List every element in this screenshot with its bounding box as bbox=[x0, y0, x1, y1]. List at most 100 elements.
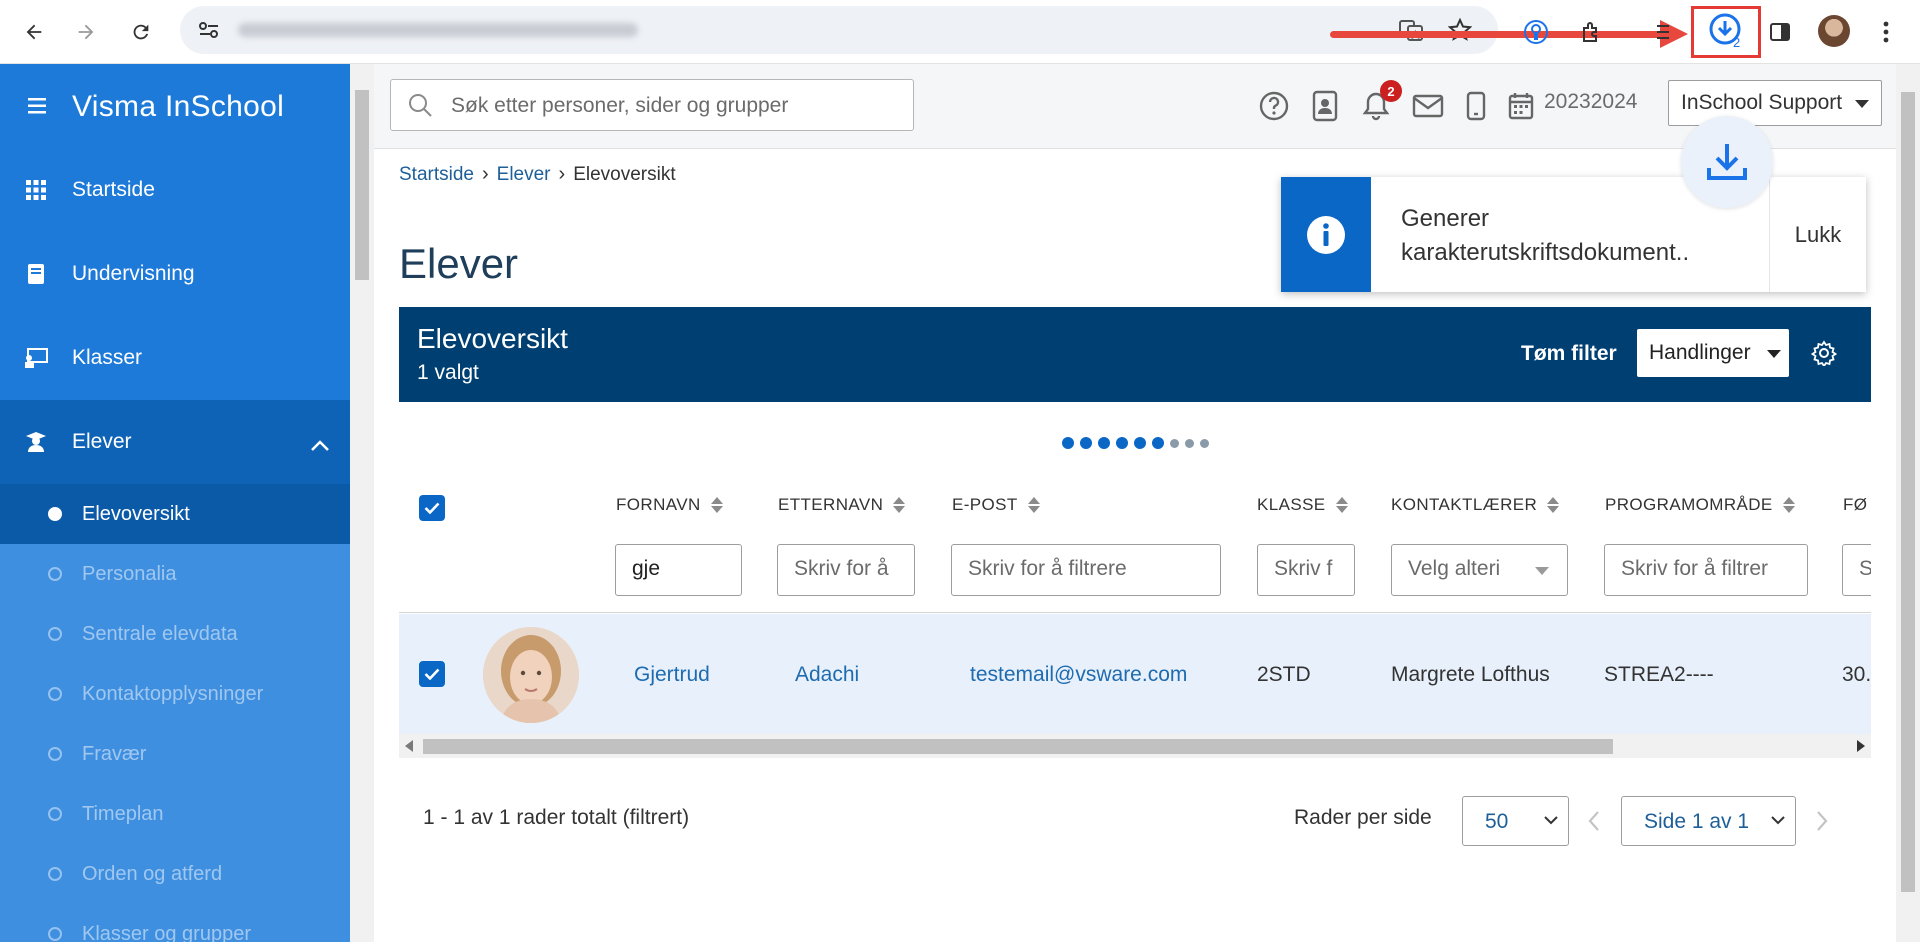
filter-programomrade[interactable]: Skriv for å filtrer bbox=[1604, 544, 1808, 596]
hamburger-menu-icon[interactable] bbox=[28, 98, 46, 119]
sidebar-subitem-label: Personalia bbox=[82, 562, 177, 585]
clear-filter-button[interactable]: Tøm filter bbox=[1521, 342, 1617, 366]
cell-fornavn[interactable]: Gjertrud bbox=[634, 663, 710, 687]
reload-icon[interactable] bbox=[121, 12, 161, 52]
page-dot[interactable] bbox=[1200, 439, 1209, 448]
app-brand: Visma InSchool bbox=[72, 90, 285, 123]
column-epost[interactable]: E-POST bbox=[952, 495, 1040, 515]
global-search[interactable] bbox=[390, 79, 914, 131]
cell-etternavn[interactable]: Adachi bbox=[795, 663, 859, 687]
scrollbar-thumb[interactable] bbox=[355, 90, 369, 280]
page-dot[interactable] bbox=[1116, 437, 1128, 449]
scrollbar-thumb[interactable] bbox=[1901, 92, 1915, 892]
row-total: 1 - 1 av 1 rader totalt (filtrert) bbox=[423, 806, 690, 829]
scroll-right-icon[interactable] bbox=[1857, 740, 1865, 752]
forward-icon[interactable] bbox=[66, 12, 106, 52]
extensions-icon[interactable] bbox=[1572, 12, 1612, 52]
password-manager-icon[interactable] bbox=[1516, 12, 1556, 52]
page-dot[interactable] bbox=[1062, 437, 1074, 449]
reading-list-icon[interactable] bbox=[1646, 12, 1686, 52]
prev-page-icon[interactable] bbox=[1588, 810, 1600, 837]
page-dot[interactable] bbox=[1134, 437, 1146, 449]
table-horizontal-scrollbar[interactable] bbox=[399, 734, 1871, 758]
site-settings-icon[interactable] bbox=[198, 20, 220, 45]
gear-icon[interactable] bbox=[1810, 340, 1838, 371]
column-page-indicator[interactable] bbox=[1062, 437, 1209, 449]
student-icon bbox=[0, 431, 72, 453]
sidebar-subitem-elevoversikt[interactable]: Elevoversikt bbox=[0, 484, 350, 544]
side-panel-icon[interactable] bbox=[1760, 12, 1800, 52]
sidebar-subitem-orden-og-atferd[interactable]: Orden og atferd bbox=[0, 844, 350, 904]
sidebar-subitem-personalia[interactable]: Personalia bbox=[0, 544, 350, 604]
column-fornavn[interactable]: FORNAVN bbox=[616, 495, 723, 515]
profile-avatar[interactable] bbox=[1818, 15, 1850, 47]
scroll-left-icon[interactable] bbox=[405, 740, 413, 752]
caret-down-icon bbox=[1767, 350, 1781, 358]
user-name: InSchool Support bbox=[1681, 91, 1843, 114]
grid-icon bbox=[0, 180, 72, 200]
sidebar-item-klasser[interactable]: Klasser bbox=[0, 316, 350, 400]
sidebar-item-elever[interactable]: Elever bbox=[0, 400, 350, 484]
mail-icon[interactable] bbox=[1408, 84, 1448, 128]
sidebar-item-label: Startside bbox=[72, 178, 155, 201]
more-menu-icon[interactable] bbox=[1866, 12, 1906, 52]
search-input[interactable] bbox=[451, 92, 891, 120]
sidebar-subitem-fravaer[interactable]: Fravær bbox=[0, 724, 350, 784]
column-label: KONTAKTLÆRER bbox=[1391, 495, 1538, 514]
address-bar[interactable]: 文 bbox=[180, 6, 1498, 54]
row-checkbox[interactable] bbox=[419, 661, 445, 687]
page-dot[interactable] bbox=[1080, 437, 1092, 449]
phone-icon[interactable] bbox=[1456, 84, 1496, 128]
table-row[interactable]: Gjertrud Adachi testemail@vsware.com 2ST… bbox=[399, 614, 1871, 734]
sidebar-item-startside[interactable]: Startside bbox=[0, 148, 350, 232]
calendar-icon[interactable] bbox=[1501, 84, 1541, 128]
page-dot[interactable] bbox=[1098, 437, 1110, 449]
students-table: FORNAVN ETTERNAVN E-POST KLASSE KONTAKTL… bbox=[399, 463, 1871, 758]
contacts-icon[interactable] bbox=[1305, 84, 1345, 128]
page-dot[interactable] bbox=[1185, 439, 1194, 448]
actions-label: Handlinger bbox=[1649, 341, 1751, 364]
column-kontaktlaerer[interactable]: KONTAKTLÆRER bbox=[1391, 495, 1560, 515]
help-icon[interactable] bbox=[1254, 84, 1294, 128]
user-menu-select[interactable]: InSchool Support bbox=[1668, 80, 1882, 126]
next-page-icon[interactable] bbox=[1816, 810, 1828, 837]
notification-toast: Generer karakterutskriftsdokument.. Lukk bbox=[1281, 177, 1866, 292]
page-dot[interactable] bbox=[1170, 439, 1179, 448]
sidebar-subitem-sentrale-elevdata[interactable]: Sentrale elevdata bbox=[0, 604, 350, 664]
column-programomrade[interactable]: PROGRAMOMRÅDE bbox=[1605, 495, 1795, 515]
info-icon bbox=[1307, 215, 1345, 254]
sidebar-scrollbar[interactable] bbox=[350, 64, 374, 942]
select-all-checkbox[interactable] bbox=[419, 495, 445, 521]
filter-fornavn[interactable]: gje bbox=[615, 544, 742, 596]
column-klasse[interactable]: KLASSE bbox=[1257, 495, 1348, 515]
filter-kontaktlaerer-select[interactable]: Velg alteri bbox=[1391, 544, 1568, 596]
sort-icon bbox=[710, 497, 723, 513]
breadcrumb: Startside › Elever › Elevoversikt bbox=[399, 163, 676, 186]
page-dot[interactable] bbox=[1152, 437, 1164, 449]
actions-dropdown[interactable]: Handlinger bbox=[1637, 329, 1789, 377]
column-fodselsdato[interactable]: FØ bbox=[1843, 495, 1867, 515]
table-header: FORNAVN ETTERNAVN E-POST KLASSE KONTAKTL… bbox=[399, 463, 1871, 613]
sidebar-subitem-timeplan[interactable]: Timeplan bbox=[0, 784, 350, 844]
filter-etternavn[interactable]: Skriv for å bbox=[777, 544, 915, 596]
scrollbar-thumb[interactable] bbox=[423, 739, 1613, 754]
cell-epost[interactable]: testemail@vsware.com bbox=[970, 663, 1187, 687]
school-year[interactable]: 20232024 bbox=[1544, 90, 1637, 114]
sort-icon bbox=[893, 497, 906, 513]
sidebar-subitem-klasser-og-grupper[interactable]: Klasser og grupper bbox=[0, 904, 350, 942]
sidebar-item-undervisning[interactable]: Undervisning bbox=[0, 232, 350, 316]
sidebar-item-label: Undervisning bbox=[72, 262, 195, 285]
back-icon[interactable] bbox=[14, 12, 54, 52]
filter-klasse[interactable]: Skriv f bbox=[1257, 544, 1355, 596]
book-icon bbox=[0, 263, 72, 285]
breadcrumb-elever[interactable]: Elever bbox=[497, 164, 551, 186]
toast-close-button[interactable]: Lukk bbox=[1769, 177, 1866, 292]
breadcrumb-startside[interactable]: Startside bbox=[399, 164, 474, 186]
filter-epost[interactable]: Skriv for å filtrere bbox=[951, 544, 1221, 596]
rows-per-page-select[interactable]: 50 bbox=[1462, 796, 1569, 846]
page-scrollbar[interactable] bbox=[1896, 64, 1920, 942]
column-etternavn[interactable]: ETTERNAVN bbox=[778, 495, 906, 515]
filter-fodselsdato[interactable]: S bbox=[1842, 544, 1871, 596]
sidebar-subitem-kontaktopplysninger[interactable]: Kontaktopplysninger bbox=[0, 664, 350, 724]
page-select[interactable]: Side 1 av 1 bbox=[1621, 796, 1796, 846]
